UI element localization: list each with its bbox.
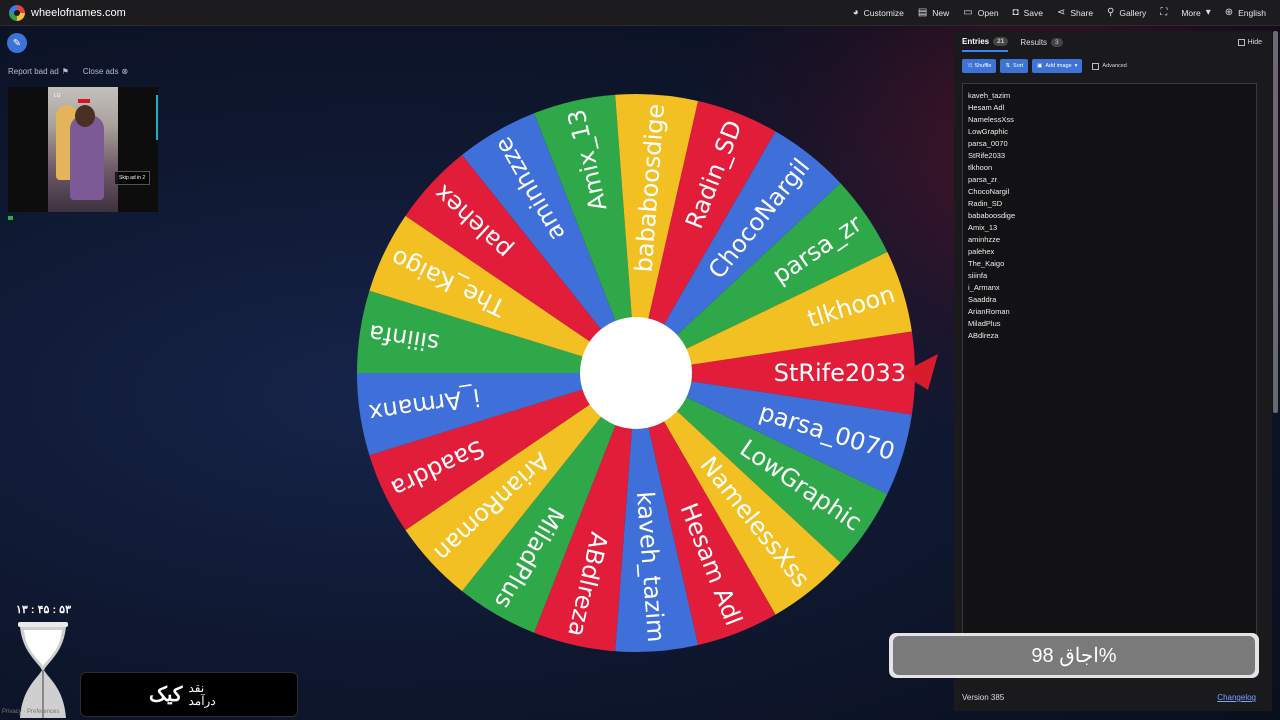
wheel-of-names[interactable]: StRife2033parsa_0070LowGraphicNamelessXs… — [0, 0, 950, 720]
menu-item-open[interactable]: ▭ Open — [963, 7, 999, 19]
shuffle-icon: ⤨ — [967, 62, 972, 69]
menu-item-label: Gallery — [1119, 8, 1147, 18]
entry-line: Hesam Adl — [968, 103, 1005, 112]
folder-icon: ▭ — [963, 7, 973, 18]
hide-toggle[interactable]: Hide — [1237, 39, 1262, 46]
hide-label: Hide — [1247, 39, 1262, 46]
sponsor-banner: کیک نقد درآمد — [80, 672, 298, 717]
chevron-down-icon: ▾ — [1074, 63, 1078, 69]
count-badge: 21 — [993, 37, 1009, 46]
entry-line: i_Armanx — [968, 283, 1000, 292]
version-label: Version 385 — [962, 693, 1005, 702]
entry-line: Radin_SD — [968, 199, 1003, 208]
menu-item-gallery[interactable]: ⚲ Gallery — [1107, 7, 1147, 19]
menu-item-more[interactable]: More ▾ — [1181, 7, 1211, 19]
entry-line: ABdlreza — [968, 331, 999, 340]
tab-entries[interactable]: Entries 21 — [962, 37, 1009, 52]
entry-line: LowGraphic — [968, 127, 1009, 136]
entries-toolbar: ⤨ Shuffle ⇅ Sort ▣ Add image ▾ Advanced — [962, 59, 1127, 73]
tab-results[interactable]: Results 3 — [1020, 37, 1063, 52]
count-badge: 3 — [1051, 38, 1063, 47]
entry-line: The_Kaigo — [968, 259, 1005, 268]
entry-line: StRife2033 — [968, 151, 1006, 160]
image-icon: ▣ — [1037, 63, 1043, 69]
advanced-toggle[interactable]: Advanced — [1092, 62, 1127, 70]
tab-label: Results — [1020, 38, 1048, 47]
entry-line: Amix_13 — [968, 223, 998, 232]
chevron-down-icon: ▾ — [1205, 7, 1211, 18]
banner-main-text: کیک — [149, 684, 183, 706]
sort-button[interactable]: ⇅ Sort — [1000, 59, 1029, 73]
menu-item-label: Open — [977, 8, 999, 18]
entry-line: Saaddra — [968, 295, 997, 304]
menu-item-label: English — [1238, 8, 1266, 18]
tab-label: Entries — [962, 37, 990, 46]
banner-sub: نقد درآمد — [188, 680, 216, 708]
entry-line: kaveh_tazim — [968, 91, 1011, 100]
entry-line: MiladPlus — [968, 319, 1001, 328]
hide-checkbox[interactable] — [1237, 39, 1245, 46]
percent-overlay-text: اجاق 98% — [893, 636, 1255, 675]
tool-label: Sort — [1013, 63, 1024, 69]
save-icon: ◘ — [1012, 7, 1019, 18]
wheel-center-hub[interactable] — [580, 317, 692, 429]
panel-tabs: Entries 21 Results 3 — [962, 37, 1063, 52]
entries-panel: Entries 21 Results 3 Hide ⤨ Shuffle ⇅ Sort ▣ Add… — [954, 31, 1272, 711]
menu-item-share[interactable]: ⋖ Share — [1056, 7, 1094, 19]
entry-line: palehex — [968, 247, 995, 256]
search-icon: ⚲ — [1107, 7, 1115, 18]
share-icon: ⋖ — [1056, 7, 1066, 18]
add-image-button[interactable]: ▣ Add image ▾ — [1032, 59, 1083, 73]
entry-line: bababoosdige — [968, 211, 1016, 220]
tool-label: Shuffle — [974, 63, 992, 69]
entries-textarea[interactable]: kaveh_tazim Hesam Adl NamelessXss LowGraphi… — [962, 83, 1257, 669]
hourglass-icon — [18, 622, 68, 718]
overlay-clock: ۱۳ : ۴۵ : ۵۳ — [16, 604, 71, 616]
menu-item-label: Share — [1070, 8, 1094, 18]
entry-line: aminhzze — [968, 235, 1001, 244]
menu-item-label: More — [1181, 8, 1201, 18]
menu-item-fullscreen[interactable]: ⛶ — [1160, 8, 1167, 18]
shuffle-button[interactable]: ⤨ Shuffle — [962, 59, 997, 73]
changelog-link[interactable]: Changelog — [1217, 693, 1256, 702]
wheel-segment-label: StRife2033 — [774, 359, 906, 387]
entry-line: ChocoNargil — [968, 187, 1010, 196]
banner-sub-text: نقد — [188, 680, 205, 695]
banner-sub-text: درآمد — [188, 693, 216, 708]
entry-line: NamelessXss — [968, 115, 1014, 124]
entry-line: parsa_zr — [968, 175, 998, 184]
sort-icon: ⇅ — [1005, 63, 1011, 69]
menu-item-english[interactable]: ⊕ English — [1224, 7, 1266, 19]
menu-item-save[interactable]: ◘ Save — [1012, 7, 1043, 19]
entry-line: tlkhoon — [968, 163, 993, 172]
fullscreen-icon: ⛶ — [1160, 7, 1168, 18]
percent-overlay: اجاق 98% — [889, 633, 1259, 678]
privacy-link[interactable]: Privacy · Preferences — [2, 709, 59, 715]
advanced-checkbox[interactable] — [1092, 62, 1100, 70]
page-scrollbar[interactable] — [1273, 31, 1278, 413]
menu-item-label: Save — [1023, 8, 1043, 18]
globe-icon: ⊕ — [1224, 7, 1234, 18]
entry-line: ArianRoman — [968, 307, 1010, 316]
entry-line: siiinfa — [968, 271, 988, 280]
entry-line: parsa_0070 — [968, 139, 1008, 148]
advanced-label: Advanced — [1102, 63, 1127, 69]
tool-label: Add image — [1045, 63, 1072, 69]
